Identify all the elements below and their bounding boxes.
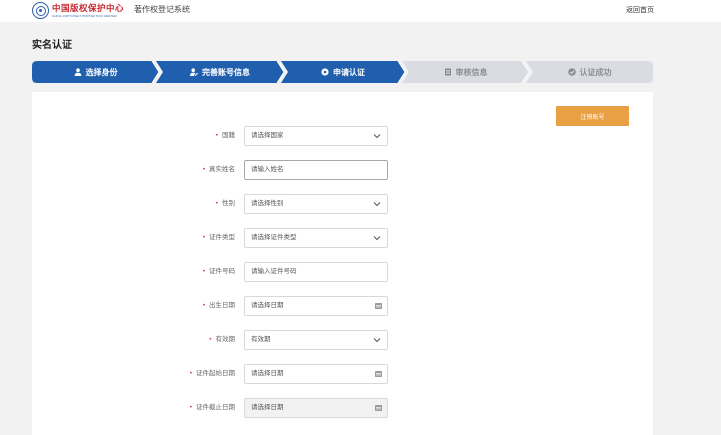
chevron-down-icon: [373, 236, 381, 241]
real-name-input[interactable]: 请输入姓名: [244, 160, 388, 180]
id-start-date-placeholder: 请选择日期: [251, 370, 284, 377]
validity-label: 有效期: [215, 336, 236, 343]
step-certification-success: 认证成功: [526, 61, 653, 83]
required-mark: •: [215, 132, 218, 139]
validity-value: 有效期: [251, 336, 271, 343]
cpcc-emblem-icon: [32, 2, 49, 19]
nationality-label: 国籍: [222, 132, 235, 139]
form-row-real-name: • 真实姓名 请输入姓名: [0, 160, 721, 180]
calendar-icon: [375, 303, 382, 309]
step-apply-certification: 申请认证: [281, 61, 405, 83]
real-name-label: 真实姓名: [209, 166, 235, 173]
gender-label: 性别: [222, 200, 235, 207]
step-complete-account: 完善账号信息: [156, 61, 284, 83]
user-edit-icon: [190, 68, 198, 76]
form-row-id-type: • 证件类型 请选择证件类型: [0, 228, 721, 248]
calendar-icon: [375, 405, 382, 411]
back-home-link[interactable]: 返回首页: [626, 5, 654, 15]
id-end-date-label: 证件截止日期: [196, 404, 235, 411]
birth-date-label: 出生日期: [209, 302, 235, 309]
form-row-validity: • 有效期 有效期: [0, 330, 721, 350]
id-start-date-label: 证件起始日期: [196, 370, 235, 377]
step-label: 认证成功: [579, 67, 612, 77]
birth-date-picker[interactable]: 请选择日期: [244, 296, 388, 316]
document-icon: [444, 68, 451, 76]
cpcc-logo[interactable]: 中国版权保护中心 CHINA COPYRIGHT PROTECTION CENT…: [32, 2, 124, 19]
chevron-down-icon: [373, 202, 381, 207]
id-end-date-placeholder: 请选择日期: [251, 404, 284, 411]
system-name: 著作权登记系统: [134, 5, 190, 14]
gender-select[interactable]: 请选择性别: [244, 194, 388, 214]
required-mark: •: [189, 370, 192, 377]
logo-english-text: CHINA COPYRIGHT PROTECTION CENTER: [52, 13, 117, 18]
real-name-placeholder: 请输入姓名: [251, 166, 284, 173]
gear-icon: [321, 68, 329, 76]
cancel-account-button[interactable]: 注销账号: [556, 106, 629, 126]
id-type-value: 请选择证件类型: [251, 234, 297, 241]
id-number-input[interactable]: 请输入证件号码: [244, 262, 388, 282]
required-mark: •: [202, 302, 205, 309]
step-label: 选择身份: [85, 67, 118, 77]
user-icon: [74, 68, 81, 76]
logo-chinese-text: 中国版权保护中心: [52, 3, 125, 14]
form-row-id-start-date: • 证件起始日期 请选择日期: [0, 364, 721, 384]
id-type-label: 证件类型: [209, 234, 235, 241]
required-mark: •: [202, 268, 205, 275]
required-mark: •: [202, 234, 205, 241]
required-mark: •: [209, 336, 212, 343]
form-row-id-end-date: • 证件截止日期 请选择日期: [0, 398, 721, 418]
chevron-down-icon: [373, 338, 381, 343]
id-number-placeholder: 请输入证件号码: [251, 268, 297, 275]
form-row-nationality: • 国籍 请选择国家: [0, 126, 721, 146]
gender-value: 请选择性别: [251, 200, 284, 207]
id-start-date-picker[interactable]: 请选择日期: [244, 364, 388, 384]
validity-select[interactable]: 有效期: [244, 330, 388, 350]
step-review-info: 审核信息: [402, 61, 529, 83]
step-label: 申请认证: [333, 67, 365, 77]
step-label: 完善账号信息: [202, 67, 250, 77]
nationality-value: 请选择国家: [251, 132, 284, 139]
required-mark: •: [215, 200, 218, 207]
top-header: 中国版权保护中心 CHINA COPYRIGHT PROTECTION CENT…: [0, 0, 721, 22]
id-number-label: 证件号码: [209, 268, 235, 275]
birth-date-placeholder: 请选择日期: [251, 302, 284, 309]
required-mark: •: [189, 404, 192, 411]
progress-steps: 选择身份 完善账号信息 申请认证 审核信息 认证成功: [32, 61, 653, 83]
step-label: 审核信息: [455, 67, 488, 77]
chevron-down-icon: [373, 134, 381, 139]
nationality-select[interactable]: 请选择国家: [244, 126, 388, 146]
calendar-icon: [375, 371, 382, 377]
check-circle-icon: [567, 68, 576, 76]
id-end-date-picker[interactable]: 请选择日期: [244, 398, 388, 418]
form-row-gender: • 性别 请选择性别: [0, 194, 721, 214]
form-row-id-number: • 证件号码 请输入证件号码: [0, 262, 721, 282]
id-type-select[interactable]: 请选择证件类型: [244, 228, 388, 248]
step-select-identity: 选择身份: [32, 61, 159, 83]
required-mark: •: [202, 166, 205, 173]
page-title: 实名认证: [32, 40, 72, 51]
form-row-birth-date: • 出生日期 请选择日期: [0, 296, 721, 316]
